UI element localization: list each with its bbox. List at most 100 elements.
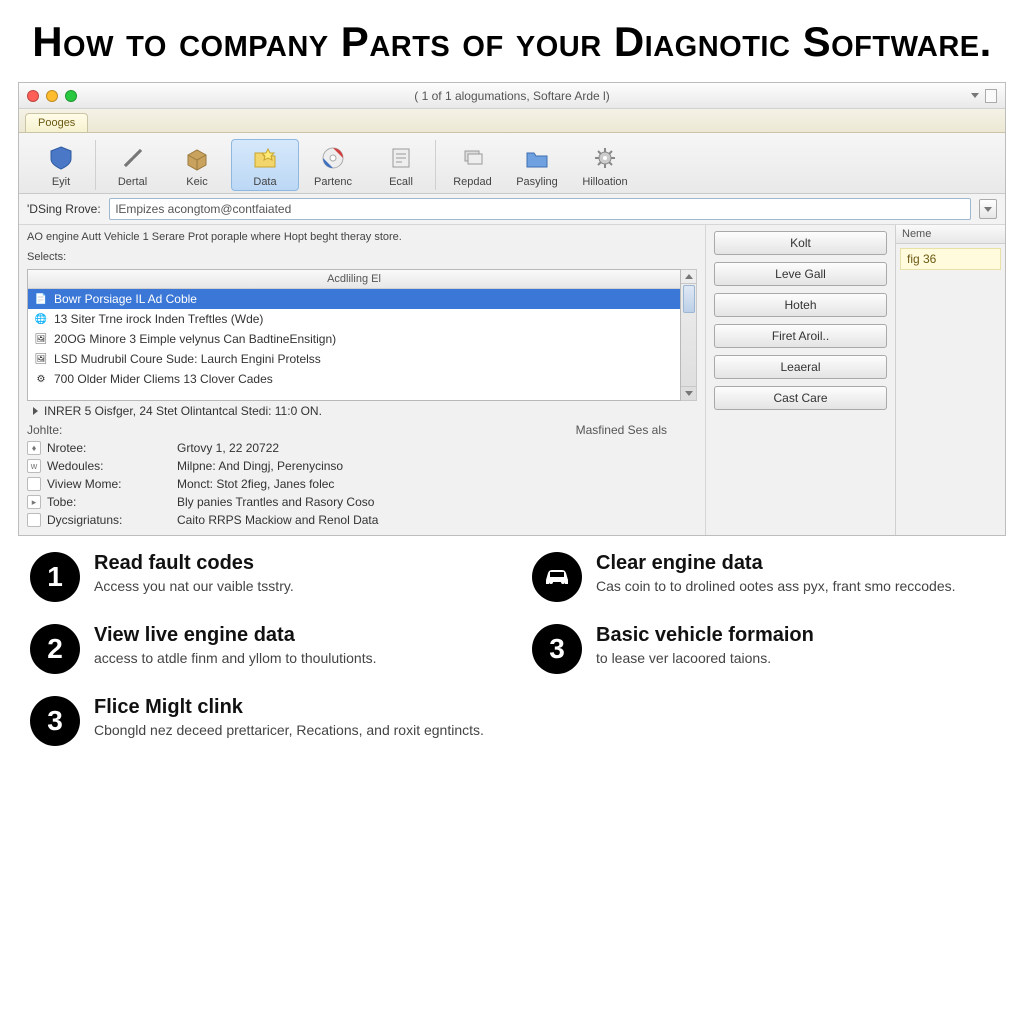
window-title: ( 1 of 1 alogumations, Softare Arde l): [19, 89, 1005, 103]
meta-key: Viview Mome:: [47, 477, 121, 491]
scroll-thumb[interactable]: [683, 285, 695, 313]
dropdown-button[interactable]: [979, 199, 997, 219]
toolbar-repdad[interactable]: Repdad: [435, 140, 503, 190]
feature-clear-engine-data: Clear engine data Cas coin to to drolined…: [532, 552, 994, 602]
sched-icon: w: [27, 459, 41, 473]
stack-icon: [457, 142, 489, 174]
step-2-badge: 2: [30, 624, 80, 674]
feature-desc: to lease ver lacoored taions.: [596, 650, 814, 668]
feature-title: Clear engine data: [596, 552, 956, 575]
image-icon: 🖼: [34, 352, 48, 366]
note-icon: [385, 142, 417, 174]
side-panel: Neme fig 36: [895, 225, 1005, 535]
folder-icon: [521, 142, 553, 174]
list-item-label: Bowr Porsiage IL Ad Coble: [54, 292, 197, 306]
window-tabs: Pooges: [19, 109, 1005, 133]
step-3b-badge: 3: [532, 624, 582, 674]
feature-desc: access to atdle finm and yllom to thoulu…: [94, 650, 376, 668]
select-value: lEmpizes acongtom@contfaiated: [116, 202, 292, 216]
toolbar-label: Hilloation: [582, 176, 627, 188]
toolbar-data[interactable]: Data: [231, 139, 299, 191]
toolbar-dertal[interactable]: Dertal: [95, 140, 163, 190]
toolbar-pasyling[interactable]: Pasyling: [503, 140, 571, 190]
vehicle-listbox[interactable]: Acdliling El 📄Bowr Porsiage IL Ad Coble …: [27, 269, 681, 401]
profile-select-input[interactable]: lEmpizes acongtom@contfaiated: [109, 198, 971, 220]
meta-row: wWedoules:Milpne: And Dingj, Perenycinso: [27, 457, 697, 475]
section-header: Johlte: Masfined Ses als: [27, 421, 697, 439]
meta-row: ▸Tobe:Bly panies Trantles and Rasory Cos…: [27, 493, 697, 511]
hoteh-button[interactable]: Hoteh: [714, 293, 887, 317]
meta-row: Dycsigriatuns:Caito RRPS Mackiow and Ren…: [27, 511, 697, 529]
info-icon: ♦: [27, 441, 41, 455]
toolbar-label: Data: [253, 176, 276, 188]
meta-row: ♦Nrotee:Grtovy 1, 22 20722: [27, 439, 697, 457]
feature-grid: 1 Read fault codesAccess you nat our vai…: [0, 536, 1024, 746]
chevron-right-icon: [33, 407, 38, 415]
toolbar: Eyit Dertal Keic Data Partenc Ecall Repd…: [19, 133, 1005, 194]
meta-value: Bly panies Trantles and Rasory Coso: [177, 495, 374, 509]
selects-label: Selects:: [27, 249, 697, 269]
meta-key: Dycsigriatuns:: [47, 513, 122, 527]
feature-title: Flice Miglt clink: [94, 696, 484, 719]
toolbar-ecall[interactable]: Ecall: [367, 140, 435, 190]
meta-value: Grtovy 1, 22 20722: [177, 441, 279, 455]
expand-row[interactable]: INRER 5 Oisfger, 24 Stet Olintantcal Ste…: [27, 401, 697, 421]
toolbar-keic[interactable]: Keic: [163, 140, 231, 190]
cast-care-button[interactable]: Cast Care: [714, 386, 887, 410]
toolbar-label: Ecall: [389, 176, 413, 188]
list-item[interactable]: 🌐 13 Siter Trne irock Inden Treftles (Wde…: [28, 309, 680, 329]
list-header: Acdliling El: [28, 270, 680, 289]
globe-icon: 🌐: [34, 312, 48, 326]
feature-view-live-data: 2 View live engine data access to atdle f…: [30, 624, 492, 674]
list-item[interactable]: ⚙700 Older Mider Cliems 13 Clover Cades: [28, 369, 680, 389]
tab-main[interactable]: Pooges: [25, 113, 88, 132]
meta-value: Monct: Stot 2fieg, Janes folec: [177, 477, 334, 491]
feature-basic-vehicle-info: 3 Basic vehicle formaion to lease ver lac…: [532, 624, 994, 674]
page-heading: How to company Parts of your Diagnotic S…: [0, 0, 1024, 74]
box-icon: [181, 142, 213, 174]
image-icon: 🖼: [34, 332, 48, 346]
meta-key: Tobe:: [47, 495, 76, 509]
toolbar-label: Keic: [186, 176, 207, 188]
toolbar-hilloation[interactable]: Hilloation: [571, 140, 639, 190]
action-column: Kolt Leve Gall Hoteh Firet Aroil.. Leaer…: [705, 225, 895, 535]
leve-gall-button[interactable]: Leve Gall: [714, 262, 887, 286]
feature-title: View live engine data: [94, 624, 376, 647]
panel-header: Neme: [896, 225, 1005, 244]
list-item[interactable]: 🖼 LSD Mudrubil Coure Sude: Laurch Engini …: [28, 349, 680, 369]
panel-item[interactable]: fig 36: [900, 248, 1001, 270]
list-item-label: LSD Mudrubil Coure Sude: Laurch Engini P…: [54, 352, 321, 366]
feature-desc: Cbongld nez deceed prettaricer, Recation…: [94, 722, 484, 740]
feature-title: Read fault codes: [94, 552, 294, 575]
doc-icon: 📄: [34, 292, 48, 306]
list-item-label: 13 Siter Trne irock Inden Treftles (Wde): [54, 312, 263, 326]
select-label: 'DSing Rrove:: [27, 202, 101, 216]
leaeral-button[interactable]: Leaeral: [714, 355, 887, 379]
kolt-button[interactable]: Kolt: [714, 231, 887, 255]
section-right-label: Masfined Ses als: [576, 423, 667, 437]
expand-row-label: INRER 5 Oisfger, 24 Stet Olintantcal Ste…: [44, 404, 322, 418]
description-text: AO engine Autt Vehicle 1 Serare Prot por…: [27, 229, 697, 249]
folder-star-icon: [249, 142, 281, 174]
disc-icon: [317, 142, 349, 174]
toolbar-eyit[interactable]: Eyit: [27, 140, 95, 190]
meta-value: Milpne: And Dingj, Perenycinso: [177, 459, 343, 473]
empty-icon: [27, 513, 41, 527]
shield-icon: [45, 142, 77, 174]
step-3-badge: 3: [30, 696, 80, 746]
list-item[interactable]: 🖼20OG Minore 3 Eimple velynus Can Badtin…: [28, 329, 680, 349]
title-bar: ( 1 of 1 alogumations, Softare Arde l): [19, 83, 1005, 109]
feature-flice-clink: 3 Flice Miglt clink Cbongld nez deceed pr…: [30, 696, 492, 746]
feature-desc: Cas coin to to drolined ootes ass pyx, f…: [596, 578, 956, 596]
main-pane: AO engine Autt Vehicle 1 Serare Prot por…: [19, 225, 705, 535]
list-scrollbar[interactable]: [681, 269, 697, 401]
list-item[interactable]: 📄 Bowr Porsiage IL Ad Coble: [28, 289, 680, 309]
toolbar-label: Eyit: [52, 176, 70, 188]
diagnostic-app-window: ( 1 of 1 alogumations, Softare Arde l) P…: [18, 82, 1006, 536]
toolbar-label: Dertal: [118, 176, 147, 188]
toolbar-partenc[interactable]: Partenc: [299, 140, 367, 190]
feature-read-fault-codes: 1 Read fault codesAccess you nat our vai…: [30, 552, 492, 602]
empty-icon: [27, 477, 41, 491]
feature-title: Basic vehicle formaion: [596, 624, 814, 647]
firet-aroil-button[interactable]: Firet Aroil..: [714, 324, 887, 348]
